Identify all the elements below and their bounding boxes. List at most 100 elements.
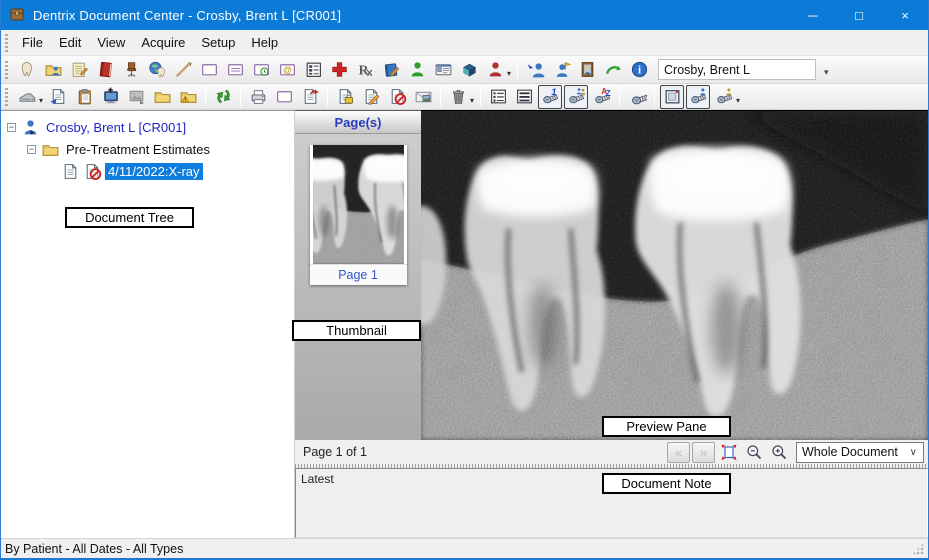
unfiled-documents-icon[interactable] — [176, 85, 200, 109]
document-security-icon[interactable] — [333, 85, 357, 109]
toolbar2-grip[interactable] — [5, 88, 8, 106]
id-card-icon[interactable] — [431, 58, 455, 82]
treatment-planner-icon[interactable] — [379, 58, 403, 82]
search-alphabetical-icon[interactable] — [590, 85, 614, 109]
search-other-patient-icon[interactable] — [712, 85, 736, 109]
zoom-in-button[interactable] — [767, 442, 790, 463]
search-by-patient-icon[interactable] — [564, 85, 588, 109]
menu-edit[interactable]: Edit — [51, 31, 89, 54]
maximize-button[interactable]: □ — [836, 0, 882, 30]
zoom-out-icon — [745, 443, 763, 461]
preview-pane[interactable] — [421, 110, 928, 440]
previous-page-button[interactable]: « — [667, 442, 690, 463]
edit-document-icon[interactable] — [359, 85, 383, 109]
delete-document-icon[interactable] — [446, 85, 470, 109]
zoom-out-button[interactable] — [742, 442, 765, 463]
toggle-preview-pane-icon[interactable] — [660, 85, 684, 109]
acquire-scan-icon[interactable] — [15, 85, 39, 109]
row-view-icon[interactable] — [512, 85, 536, 109]
tree-expander[interactable]: − — [27, 145, 36, 154]
search-by-number-icon[interactable] — [538, 85, 562, 109]
pending-card-icon[interactable] — [249, 58, 273, 82]
email-card-icon[interactable] — [275, 58, 299, 82]
menu-view[interactable]: View — [89, 31, 133, 54]
email-document-icon[interactable] — [411, 85, 435, 109]
next-page-button[interactable]: » — [692, 442, 715, 463]
export-document-icon[interactable] — [298, 85, 322, 109]
screen-capture-icon[interactable] — [98, 85, 122, 109]
toolbar-separator — [240, 87, 241, 106]
quick-letters-icon[interactable] — [601, 58, 625, 82]
menubar-grip[interactable] — [5, 34, 8, 52]
referral-icon-dropdown[interactable]: ▾ — [507, 69, 511, 78]
menu-setup[interactable]: Setup — [193, 31, 243, 54]
ledger-icon[interactable] — [67, 58, 91, 82]
fit-page-button[interactable] — [717, 442, 740, 463]
thumbnail-label: Thumbnail — [292, 320, 421, 341]
search-documents-icon[interactable] — [625, 85, 649, 109]
list-view-icon[interactable] — [486, 85, 510, 109]
doc-no-icon — [83, 162, 102, 181]
delete-document-icon-dropdown[interactable]: ▾ — [470, 96, 474, 105]
select-patient-icon[interactable] — [523, 58, 547, 82]
page-thumbnail-image[interactable] — [313, 145, 404, 264]
toolbar-separator — [619, 87, 620, 106]
toolbar-separator — [327, 87, 328, 106]
collections-manager-icon[interactable] — [405, 58, 429, 82]
tree-row-1[interactable]: − Pre-Treatment Estimates — [1, 138, 294, 160]
import-image-icon[interactable] — [124, 85, 148, 109]
statusbar-text: By Patient - All Dates - All Types — [5, 542, 183, 556]
appointment-book-icon[interactable] — [93, 58, 117, 82]
tree-row-2[interactable]: 4/11/2022:X-ray — [1, 160, 294, 182]
pages-panel-header: Page(s) — [295, 111, 421, 134]
patient-field-dropdown-icon[interactable]: ▾ — [824, 67, 829, 78]
acquire-scan-icon-dropdown[interactable]: ▾ — [39, 96, 43, 105]
import-file-icon[interactable] — [46, 85, 70, 109]
web-patient-chart-icon[interactable] — [145, 58, 169, 82]
page-thumbnail[interactable]: Page 1 — [310, 145, 407, 285]
minimize-button[interactable]: ─ — [790, 0, 836, 30]
search-other-patient-icon-dropdown[interactable]: ▾ — [736, 96, 740, 105]
questionnaire-icon[interactable] — [301, 58, 325, 82]
toolbar-separator — [517, 60, 518, 79]
tree-item-label[interactable]: Crosby, Brent L [CR001] — [43, 119, 189, 136]
tree-item-label[interactable]: Pre-Treatment Estimates — [63, 141, 213, 158]
combo-chevron-icon: ∨ — [910, 447, 923, 458]
patient-name-field[interactable]: Crosby, Brent L — [658, 59, 816, 80]
refresh-icon[interactable] — [211, 85, 235, 109]
print-icon[interactable] — [246, 85, 270, 109]
patient-chart-icon[interactable] — [15, 58, 39, 82]
menu-acquire[interactable]: Acquire — [133, 31, 193, 54]
open-folder-icon[interactable] — [150, 85, 174, 109]
toolbar1-grip[interactable] — [5, 61, 8, 79]
prescriptions-icon[interactable] — [353, 58, 377, 82]
zoom-mode-select[interactable]: Whole Document ∨ — [796, 442, 924, 463]
perio-probe-icon[interactable] — [171, 58, 195, 82]
tree-row-0[interactable]: − Crosby, Brent L [CR001] — [1, 116, 294, 138]
patient-picture-icon[interactable] — [575, 58, 599, 82]
tree-expander[interactable]: − — [7, 123, 16, 132]
titlebar[interactable]: Dentrix Document Center - Crosby, Brent … — [1, 0, 928, 30]
xray-image[interactable] — [421, 111, 928, 440]
doc-icon — [61, 162, 80, 181]
office-manager-icon[interactable] — [119, 58, 143, 82]
patient-info-icon[interactable] — [627, 58, 651, 82]
tree-item-label[interactable]: 4/11/2022:X-ray — [105, 163, 203, 180]
blank-card-icon[interactable] — [197, 58, 221, 82]
family-file-icon[interactable] — [41, 58, 65, 82]
lab-case-manager-icon[interactable] — [457, 58, 481, 82]
paste-icon[interactable] — [72, 85, 96, 109]
print-card-icon[interactable] — [272, 85, 296, 109]
document-tree-label: Document Tree — [65, 207, 194, 228]
menu-file[interactable]: File — [14, 31, 51, 54]
preview-pane-label: Preview Pane — [602, 416, 731, 437]
search-current-patient-icon[interactable] — [686, 85, 710, 109]
delete-page-icon[interactable] — [385, 85, 409, 109]
medical-alert-icon[interactable] — [327, 58, 351, 82]
note-card-icon[interactable] — [223, 58, 247, 82]
close-button[interactable]: × — [882, 0, 928, 30]
referral-icon[interactable] — [483, 58, 507, 82]
flag-patient-icon[interactable] — [549, 58, 573, 82]
menu-help[interactable]: Help — [243, 31, 286, 54]
statusbar: By Patient - All Dates - All Types — [1, 538, 928, 558]
